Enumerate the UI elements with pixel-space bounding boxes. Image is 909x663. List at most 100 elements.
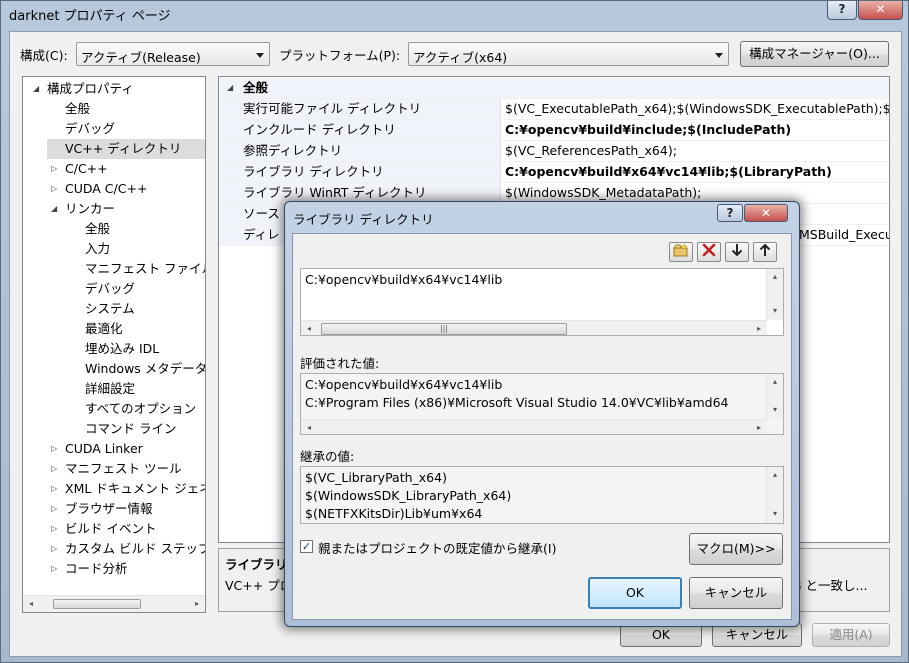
scroll-up-icon[interactable]: ▴ bbox=[767, 269, 783, 285]
scroll-down-icon[interactable]: ▾ bbox=[767, 303, 783, 319]
dialog-cancel-button[interactable]: キャンセル bbox=[689, 577, 783, 609]
scroll-down-icon[interactable]: ▾ bbox=[767, 506, 783, 522]
grid-row-name: ライブラリ WinRT ディレクトリ bbox=[219, 183, 501, 203]
grid-row-value[interactable]: C:¥opencv¥build¥x64¥vc14¥lib;$(LibraryPa… bbox=[505, 162, 832, 182]
tree-item[interactable]: ▷ カスタム ビルド ステップ bbox=[23, 539, 205, 559]
inherited-vertical-scrollbar[interactable]: ▴ ▾ bbox=[766, 467, 783, 523]
tree-item[interactable]: マニフェスト ファイル bbox=[23, 259, 205, 279]
scrollbar-thumb[interactable]: ||| bbox=[321, 323, 567, 335]
platform-dropdown-value: アクティブ(x64) bbox=[413, 50, 508, 65]
dialog-help-button[interactable]: ? bbox=[717, 204, 743, 222]
tree-item[interactable]: ▷ C/C++ bbox=[23, 159, 205, 179]
evaluated-vertical-scrollbar[interactable]: ▴ ▾ bbox=[766, 374, 783, 419]
grid-row[interactable]: ライブラリ ディレクトリ C:¥opencv¥build¥x64¥vc14¥lib… bbox=[219, 162, 889, 183]
tree-item-label: 構成プロパティ bbox=[47, 81, 134, 96]
tree-item[interactable]: ▷ マニフェスト ツール bbox=[23, 459, 205, 479]
tree-item[interactable]: ▷ XML ドキュメント ジェネ bbox=[23, 479, 205, 499]
tree-item[interactable]: 詳細設定 bbox=[23, 379, 205, 399]
tree-item-label: 全般 bbox=[85, 221, 111, 236]
tree-item[interactable]: ▷ ビルド イベント bbox=[23, 519, 205, 539]
inherited-value-line: $(NETFXKitsDir)Lib¥um¥x64 bbox=[305, 506, 483, 521]
close-button[interactable]: ✕ bbox=[858, 1, 903, 20]
tree-item[interactable]: 全般 bbox=[23, 99, 205, 119]
expand-icon[interactable]: ▷ bbox=[51, 559, 57, 579]
grid-row-value[interactable]: $(WindowsSDK_MetadataPath); bbox=[505, 183, 701, 203]
edit-vertical-scrollbar[interactable]: ▴ ▾ bbox=[766, 269, 783, 320]
scroll-up-icon[interactable]: ▴ bbox=[767, 467, 783, 483]
scroll-right-icon[interactable]: ▸ bbox=[189, 596, 205, 612]
grid-category-row[interactable]: ◢ 全般 bbox=[219, 78, 889, 99]
grid-row[interactable]: 参照ディレクトリ $(VC_ReferencesPath_x64); bbox=[219, 141, 889, 162]
macro-button[interactable]: マクロ(M)>> bbox=[689, 533, 783, 565]
scroll-right-icon[interactable]: ▸ bbox=[751, 321, 767, 335]
tree-horizontal-scrollbar[interactable]: ◂ ▸ bbox=[23, 595, 205, 612]
tree-item[interactable]: ▷ CUDA C/C++ bbox=[23, 179, 205, 199]
expand-icon[interactable]: ▷ bbox=[51, 159, 57, 179]
delete-icon[interactable] bbox=[697, 242, 721, 262]
grid-row-value[interactable]: $(VC_ReferencesPath_x64); bbox=[505, 141, 677, 161]
tree-item[interactable]: Windows メタデータ bbox=[23, 359, 205, 379]
expand-icon[interactable]: ▷ bbox=[51, 519, 57, 539]
platform-dropdown[interactable]: アクティブ(x64) bbox=[408, 42, 729, 66]
scroll-up-icon[interactable]: ▴ bbox=[767, 374, 783, 390]
directory-edit-textbox[interactable]: C:¥opencv¥build¥x64¥vc14¥lib ▴ ▾ ◂ ||| ▸ bbox=[300, 268, 784, 336]
tree-item[interactable]: ▷ コード分析 bbox=[23, 559, 205, 579]
tree-item[interactable]: ◢ 構成プロパティ bbox=[23, 79, 205, 99]
collapse-icon[interactable]: ◢ bbox=[227, 78, 233, 98]
tree-item[interactable]: ▷ ブラウザー情報 bbox=[23, 499, 205, 519]
evaluated-value-line: C:¥Program Files (x86)¥Microsoft Visual … bbox=[305, 395, 729, 410]
grid-row-value[interactable]: MSBuild_Execu bbox=[799, 225, 889, 245]
tree-item[interactable]: VC++ ディレクトリ bbox=[47, 139, 205, 159]
collapse-icon[interactable]: ◢ bbox=[33, 79, 39, 99]
tree-item[interactable]: コマンド ライン bbox=[23, 419, 205, 439]
evaluated-horizontal-scrollbar[interactable]: ◂ ▸ bbox=[301, 419, 767, 434]
dialog-close-button[interactable]: ✕ bbox=[744, 204, 788, 222]
tree-item-label: 全般 bbox=[65, 101, 91, 116]
expand-icon[interactable]: ▷ bbox=[51, 539, 57, 559]
expand-icon[interactable]: ▷ bbox=[51, 459, 57, 479]
help-button[interactable]: ? bbox=[827, 1, 857, 20]
tree-item[interactable]: 全般 bbox=[23, 219, 205, 239]
tree-item[interactable]: すべてのオプション bbox=[23, 399, 205, 419]
tree-item[interactable]: システム bbox=[23, 299, 205, 319]
grid-row-value[interactable]: $(VC_ExecutablePath_x64);$(WindowsSDK_Ex… bbox=[505, 99, 889, 119]
tree-item[interactable]: ▷ CUDA Linker bbox=[23, 439, 205, 459]
scroll-left-icon[interactable]: ◂ bbox=[301, 321, 317, 335]
expand-icon[interactable]: ▷ bbox=[51, 499, 57, 519]
tree-item[interactable]: ◢ リンカー bbox=[23, 199, 205, 219]
dialog-ok-button[interactable]: OK bbox=[588, 577, 682, 609]
config-manager-button[interactable]: 構成マネージャー(O)... bbox=[740, 41, 889, 67]
new-line-icon[interactable] bbox=[669, 242, 693, 262]
scroll-right-icon[interactable]: ▸ bbox=[751, 420, 767, 434]
scroll-left-icon[interactable]: ◂ bbox=[301, 420, 317, 434]
edit-horizontal-scrollbar[interactable]: ◂ ||| ▸ bbox=[301, 320, 767, 335]
expand-icon[interactable]: ▷ bbox=[51, 439, 57, 459]
tree-item-label: 埋め込み IDL bbox=[85, 341, 160, 356]
chevron-down-icon bbox=[715, 53, 723, 58]
directory-edit-value[interactable]: C:¥opencv¥build¥x64¥vc14¥lib bbox=[305, 272, 502, 287]
grid-row[interactable]: インクルード ディレクトリ C:¥opencv¥build¥include;$(I… bbox=[219, 120, 889, 141]
move-up-icon[interactable] bbox=[753, 242, 777, 262]
move-down-icon[interactable] bbox=[725, 242, 749, 262]
scroll-down-icon[interactable]: ▾ bbox=[767, 402, 783, 418]
expand-icon[interactable]: ▷ bbox=[51, 479, 57, 499]
inherit-checkbox-label[interactable]: 親またはプロジェクトの既定値から継承(I) bbox=[318, 538, 556, 557]
tree-item[interactable]: デバッグ bbox=[23, 279, 205, 299]
tree-item-label: ビルド イベント bbox=[65, 521, 157, 536]
inherit-checkbox[interactable]: ✓ bbox=[300, 540, 313, 553]
expand-icon[interactable]: ▷ bbox=[51, 179, 57, 199]
config-dropdown[interactable]: アクティブ(Release) bbox=[76, 42, 270, 66]
scroll-left-icon[interactable]: ◂ bbox=[23, 596, 39, 612]
tree-item[interactable]: デバッグ bbox=[23, 119, 205, 139]
tree-item-label: マニフェスト ファイル bbox=[85, 261, 206, 276]
scrollbar-thumb[interactable] bbox=[53, 599, 141, 609]
tree-item[interactable]: 埋め込み IDL bbox=[23, 339, 205, 359]
tree-item[interactable]: 入力 bbox=[23, 239, 205, 259]
tree-item[interactable]: 最適化 bbox=[23, 319, 205, 339]
grid-row[interactable]: 実行可能ファイル ディレクトリ $(VC_ExecutablePath_x64);… bbox=[219, 99, 889, 120]
grid-row-value[interactable]: C:¥opencv¥build¥include;$(IncludePath) bbox=[505, 120, 791, 140]
tree-item-label: C/C++ bbox=[65, 161, 108, 176]
tree-item-label: VC++ ディレクトリ bbox=[65, 141, 182, 156]
collapse-icon[interactable]: ◢ bbox=[51, 199, 57, 219]
apply-button[interactable]: 適用(A) bbox=[812, 623, 890, 647]
